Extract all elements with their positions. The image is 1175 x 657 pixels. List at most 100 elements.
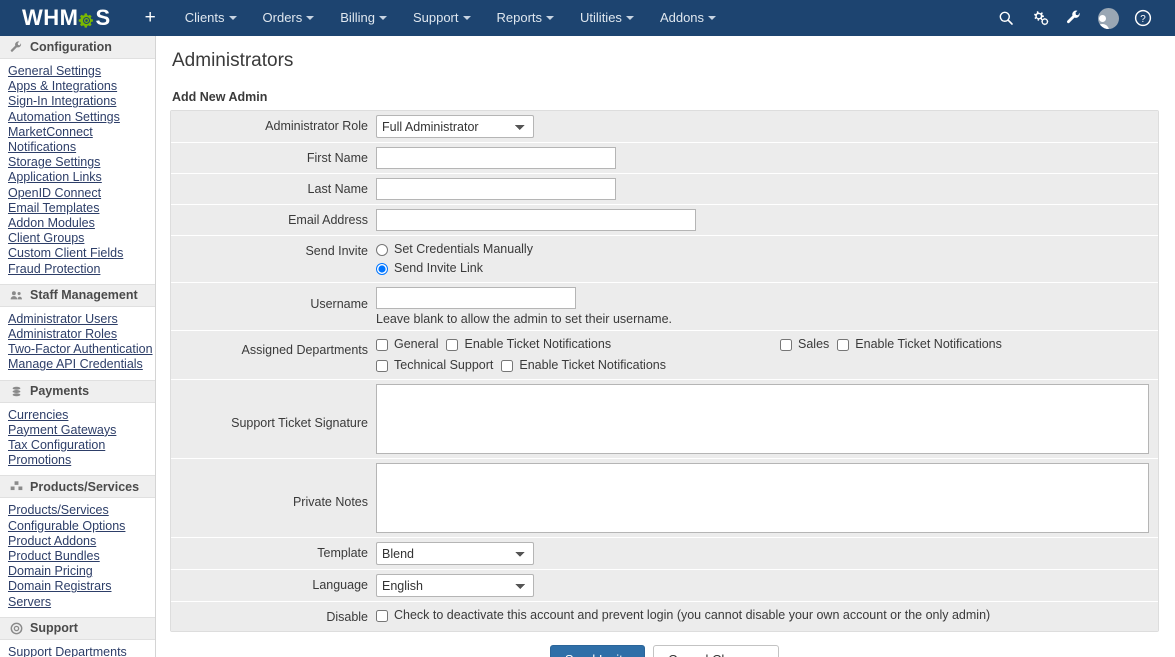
send-invite-label: Send Invite <box>305 244 368 258</box>
department-sales-notify-input[interactable] <box>837 338 850 351</box>
gears-icon[interactable] <box>1030 8 1050 28</box>
disable-checkbox[interactable]: Check to deactivate this account and pre… <box>376 606 1158 625</box>
sidebar-item-sign-in-integrations[interactable]: Sign-In Integrations <box>8 94 155 109</box>
sidebar-section-products-services: Products/Services <box>0 475 155 499</box>
sidebar-item-custom-client-fields[interactable]: Custom Client Fields <box>8 246 155 261</box>
brand-gear-icon <box>78 11 95 28</box>
sidebar-item-application-links[interactable]: Application Links <box>8 170 155 185</box>
department-checkbox-sales[interactable]: Sales <box>780 335 829 354</box>
sidebar-item-automation-settings[interactable]: Automation Settings <box>8 110 155 125</box>
last-name-input[interactable] <box>376 178 616 200</box>
private-notes-label: Private Notes <box>292 495 368 509</box>
sidebar-item-client-groups[interactable]: Client Groups <box>8 231 155 246</box>
email-address-input[interactable] <box>376 209 696 231</box>
wrench-icon[interactable] <box>1064 8 1084 28</box>
form-row-template: Template Blend <box>171 538 1158 570</box>
sidebar-item-support-departments[interactable]: Support Departments <box>8 645 155 657</box>
sidebar-item-domain-pricing[interactable]: Domain Pricing <box>8 564 155 579</box>
department-row-technical-support: Technical Support Enable Ticket Notifica… <box>376 356 780 375</box>
support-ticket-signature-textarea[interactable] <box>376 384 1149 454</box>
first-name-input[interactable] <box>376 147 616 169</box>
send-invite-button[interactable]: Send Invite <box>549 645 645 657</box>
sidebar-item-promotions[interactable]: Promotions <box>8 453 155 468</box>
department-general-checkbox-input[interactable] <box>376 338 388 351</box>
username-input[interactable] <box>376 287 576 309</box>
department-checkbox-general[interactable]: General <box>376 335 438 354</box>
sidebar-item-fraud-protection[interactable]: Fraud Protection <box>8 262 155 277</box>
department-technical-support-checkbox-input[interactable] <box>376 359 388 372</box>
department-row-general: General Enable Ticket Notifications <box>376 335 780 354</box>
sidebar-item-configurable-options[interactable]: Configurable Options <box>8 519 155 534</box>
sidebar-item-storage-settings[interactable]: Storage Settings <box>8 155 155 170</box>
department-notify-technical-support[interactable]: Enable Ticket Notifications <box>501 356 666 375</box>
support-ticket-signature-label: Support Ticket Signature <box>231 416 368 430</box>
administrator-role-select[interactable]: Full Administrator <box>376 115 534 138</box>
send-invite-option-link[interactable]: Send Invite Link <box>376 259 1158 278</box>
sidebar-section-staff-management: Staff Management <box>0 283 155 307</box>
disable-label: Disable <box>326 610 368 624</box>
nav-add-button[interactable]: + <box>129 0 172 36</box>
assigned-departments-column-right: Sales Enable Ticket Notifications <box>780 335 1002 354</box>
language-label: Language <box>312 578 368 592</box>
sidebar-item-tax-configuration[interactable]: Tax Configuration <box>8 438 155 453</box>
sidebar-item-marketconnect[interactable]: MarketConnect <box>8 125 155 140</box>
template-select[interactable]: Blend <box>376 542 534 565</box>
language-select[interactable]: English <box>376 574 534 597</box>
sidebar-item-products-services[interactable]: Products/Services <box>8 503 155 518</box>
sidebar-item-administrator-users[interactable]: Administrator Users <box>8 312 155 327</box>
cancel-changes-button[interactable]: Cancel Changes <box>652 645 780 657</box>
avatar[interactable] <box>1098 7 1119 29</box>
department-notify-sales[interactable]: Enable Ticket Notifications <box>837 335 1002 354</box>
department-sales-label: Sales <box>798 337 830 351</box>
form-heading: Add New Admin <box>172 90 268 104</box>
form-actions: Send Invite Cancel Changes <box>170 632 1159 657</box>
sidebar-item-addon-modules[interactable]: Addon Modules <box>8 216 155 231</box>
department-notify-general[interactable]: Enable Ticket Notifications <box>446 335 611 354</box>
department-technical-support-notify-input[interactable] <box>501 359 514 372</box>
nav-item-addons[interactable]: Addons <box>647 0 729 36</box>
brand-logo[interactable]: WHM S <box>0 0 129 36</box>
sidebar-item-openid-connect[interactable]: OpenID Connect <box>8 186 155 201</box>
sidebar-item-currencies[interactable]: Currencies <box>8 408 155 423</box>
sidebar-item-manage-api-credentials[interactable]: Manage API Credentials <box>8 357 155 372</box>
nav-item-billing[interactable]: Billing <box>327 0 400 36</box>
help-icon[interactable]: ? <box>1133 8 1153 28</box>
sidebar-section-configuration: Configuration <box>0 36 155 59</box>
nav-item-utilities[interactable]: Utilities <box>567 0 647 36</box>
sidebar-item-notifications[interactable]: Notifications <box>8 140 155 155</box>
chevron-down-icon <box>462 15 471 20</box>
sidebar-item-product-addons[interactable]: Product Addons <box>8 534 155 549</box>
sidebar-links-support: Support Departments <box>0 640 155 657</box>
sidebar-item-apps-integrations[interactable]: Apps & Integrations <box>8 79 155 94</box>
nav-item-reports[interactable]: Reports <box>484 0 568 36</box>
nav-item-clients-label: Clients <box>184 10 225 25</box>
sidebar-item-product-bundles[interactable]: Product Bundles <box>8 549 155 564</box>
department-sales-checkbox-input[interactable] <box>780 338 792 351</box>
nav-item-utilities-label: Utilities <box>580 10 622 25</box>
send-invite-radio-link[interactable] <box>376 262 388 275</box>
first-name-label: First Name <box>306 151 368 165</box>
search-icon[interactable] <box>996 8 1016 28</box>
department-checkbox-technical-support[interactable]: Technical Support <box>376 356 493 375</box>
chevron-down-icon <box>378 15 387 20</box>
disable-checkbox-input[interactable] <box>376 609 388 622</box>
nav-item-support[interactable]: Support <box>400 0 484 36</box>
department-general-notify-input[interactable] <box>446 338 459 351</box>
page-title: Administrators <box>172 50 294 71</box>
send-invite-option-manual[interactable]: Set Credentials Manually <box>376 240 1158 259</box>
sidebar-item-general-settings[interactable]: General Settings <box>8 64 155 79</box>
avatar-head <box>1098 14 1106 22</box>
department-general-label: General <box>394 337 439 351</box>
nav-item-clients[interactable]: Clients <box>172 0 250 36</box>
sidebar-item-domain-registrars[interactable]: Domain Registrars <box>8 579 155 594</box>
sidebar-item-two-factor-authentication[interactable]: Two-Factor Authentication <box>8 342 155 357</box>
brand-text: WHM S <box>22 7 111 29</box>
nav-item-orders[interactable]: Orders <box>250 0 328 36</box>
sidebar-item-email-templates[interactable]: Email Templates <box>8 201 155 216</box>
sidebar-item-payment-gateways[interactable]: Payment Gateways <box>8 423 155 438</box>
private-notes-textarea[interactable] <box>376 463 1149 533</box>
sidebar-item-servers[interactable]: Servers <box>8 595 155 610</box>
sidebar-links-payments: Currencies Payment Gateways Tax Configur… <box>0 403 155 476</box>
sidebar-item-administrator-roles[interactable]: Administrator Roles <box>8 327 155 342</box>
send-invite-radio-manual[interactable] <box>376 243 388 256</box>
